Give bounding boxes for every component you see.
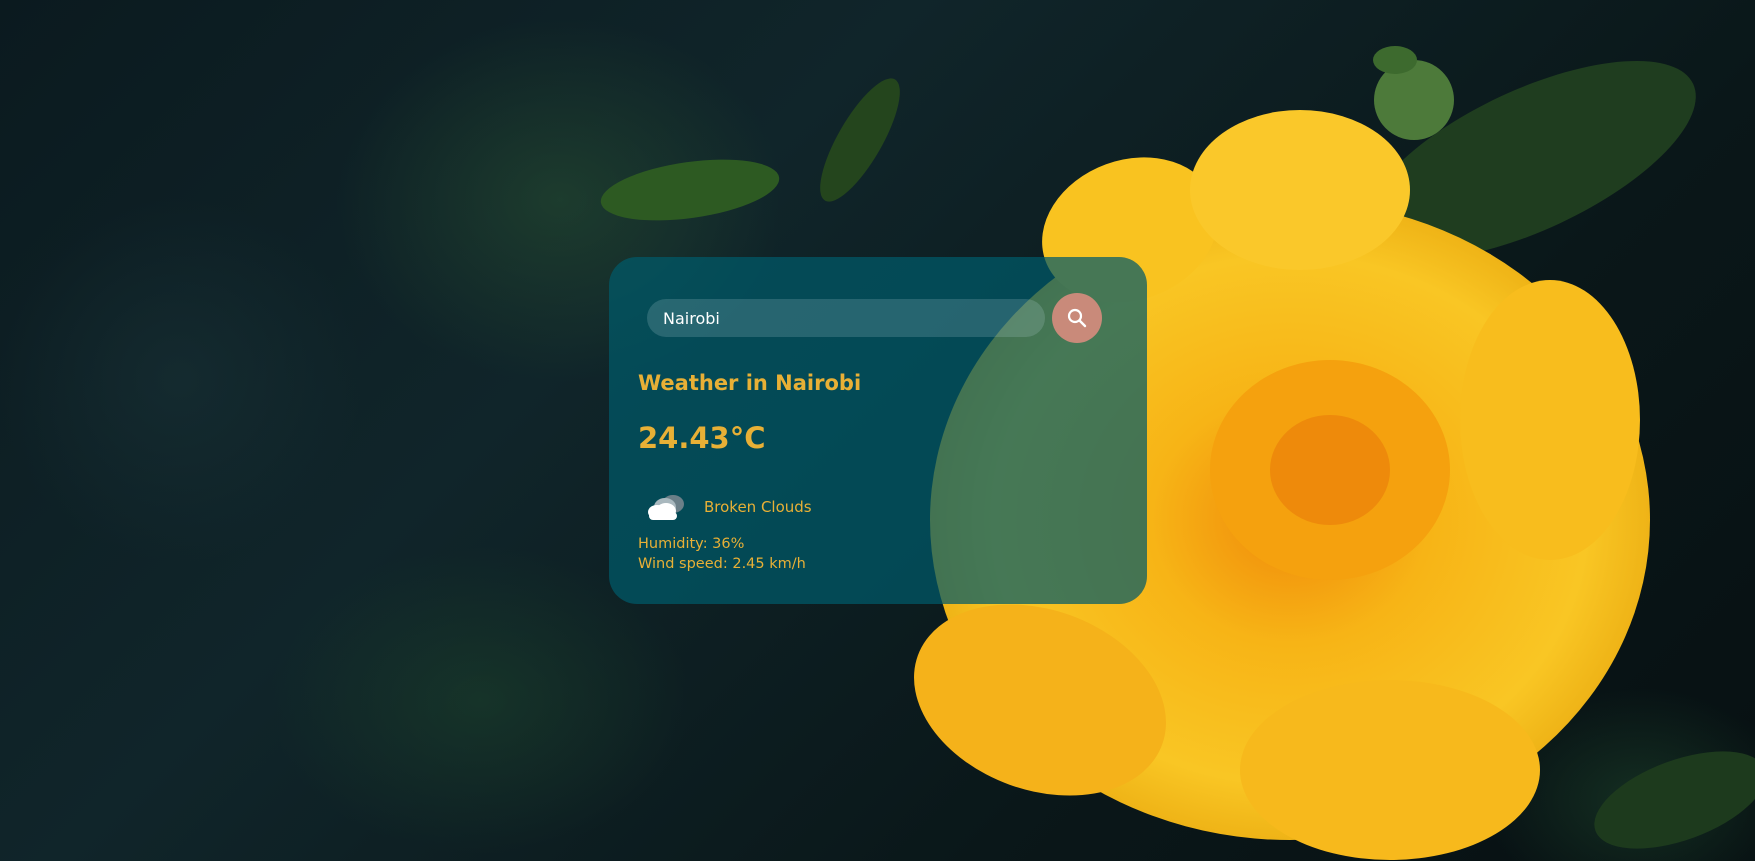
search-button[interactable] [1052,293,1102,343]
weather-card: Weather in Nairobi 24.43°C Broken Clouds… [609,257,1147,604]
condition-description: Broken Clouds [704,498,812,516]
search-input[interactable] [647,299,1045,337]
temperature-value: 24.43°C [638,421,766,455]
humidity-text: Humidity: 36% [638,536,745,552]
broken-clouds-icon [648,495,684,520]
wind-speed-text: Wind speed: 2.45 km/h [638,556,806,572]
weather-title: Weather in Nairobi [638,371,862,395]
search-icon [1067,308,1087,328]
